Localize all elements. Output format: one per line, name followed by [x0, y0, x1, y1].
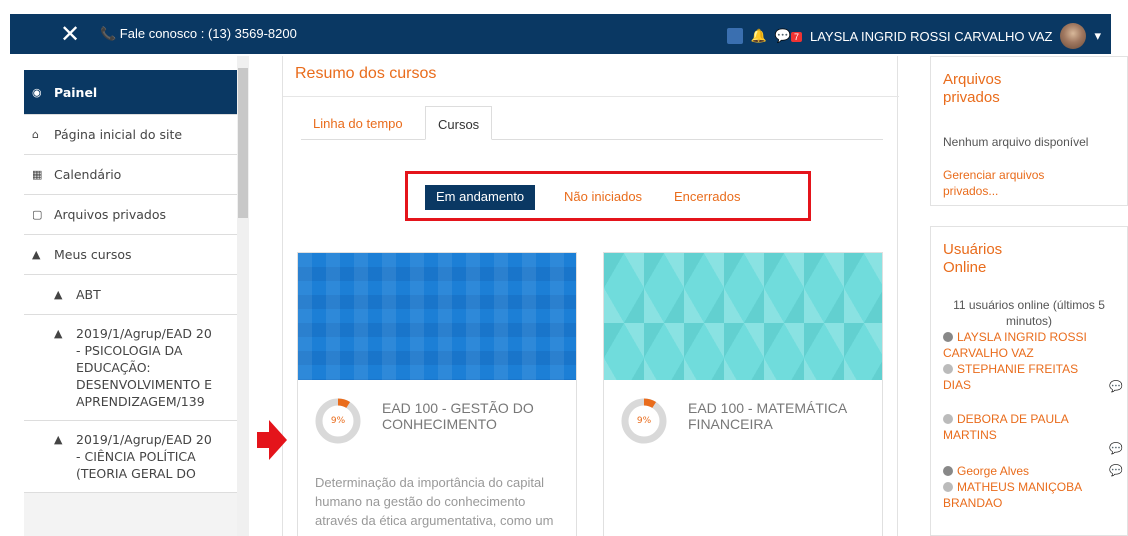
chat-icon[interactable]: 💬	[1109, 463, 1123, 479]
user-name[interactable]: George Alves	[957, 464, 1029, 478]
online-user[interactable]: MATHEUS MANIÇOBA BRANDAO	[931, 479, 1127, 511]
sidebar-item-label: Arquivos privados	[54, 207, 167, 222]
user-name[interactable]: STEPHANIE FREITAS DIAS	[943, 362, 1078, 392]
sidebar-item-label: Painel	[54, 84, 98, 100]
tabs: Linha do tempo Cursos	[301, 106, 883, 140]
course-description: Determinação da importância do capital h…	[315, 475, 554, 536]
top-area: ✕ 📞 Fale conosco : (13) 3569-8200 🔔 💬 7 L…	[0, 0, 1128, 56]
course-name[interactable]: EAD 100 - MATEMÁTICA FINANCEIRA	[688, 400, 868, 432]
online-users-block: Usuários Online 11 usuários online (últi…	[930, 226, 1128, 536]
right-column: Arquivos privados Nenhum arquivo disponí…	[930, 56, 1128, 536]
manage-files-link[interactable]: Gerenciar arquivos privados...	[931, 167, 1081, 199]
user-avatar	[943, 414, 953, 424]
sidebar-item-course-ciencia-politica[interactable]: ▲ 2019/1/Agrup/EAD 20 - CIÊNCIA POLÍTICA…	[24, 421, 237, 493]
user-name[interactable]: DEBORA DE PAULA MARTINS	[943, 412, 1068, 442]
scrollbar-thumb[interactable]	[238, 68, 248, 218]
sidebar: ◉ Painel ⌂ Página inicial do site ▦ Cale…	[24, 70, 237, 536]
navbar: ✕ 📞 Fale conosco : (13) 3569-8200 🔔 💬 7 L…	[10, 14, 1111, 54]
course-image[interactable]	[604, 253, 882, 380]
red-arrow-annotation	[257, 420, 287, 460]
sidebar-item-home[interactable]: ⌂ Página inicial do site	[24, 115, 237, 155]
dashboard-icon: ◉	[32, 85, 42, 99]
graduation-cap-icon: ▲	[54, 433, 63, 446]
sidebar-item-label: 2019/1/Agrup/EAD 20 - PSICOLOGIA DA EDUC…	[76, 326, 213, 409]
messages-badge: 7	[790, 32, 802, 42]
course-card[interactable]: 9% EAD 100 - GESTÃO DO CONHECIMENTO Dete…	[297, 252, 577, 536]
user-name[interactable]: LAYSLA INGRID ROSSI CARVALHO VAZ	[943, 330, 1087, 360]
arrow-shape	[257, 420, 287, 460]
file-icon: ▢	[32, 208, 43, 221]
contact-phone-link[interactable]: 📞 Fale conosco : (13) 3569-8200	[100, 26, 297, 42]
sidebar-item-label: ABT	[76, 287, 101, 302]
progress-label: 9%	[636, 416, 652, 426]
bell-icon[interactable]: 🔔	[751, 28, 767, 44]
user-avatar	[943, 466, 953, 476]
navbar-user-area: 🔔 💬 7 LAYSLA INGRID ROSSI CARVALHO VAZ ▾	[726, 23, 1101, 49]
sidebar-item-my-courses[interactable]: ▲ Meus cursos	[24, 235, 237, 275]
sidebar-item-course-psicologia[interactable]: ▲ 2019/1/Agrup/EAD 20 - PSICOLOGIA DA ED…	[24, 315, 237, 421]
online-summary: 11 usuários online (últimos 5 minutos)	[953, 298, 1105, 328]
course-image[interactable]	[298, 253, 576, 380]
block-title: Usuários Online	[943, 241, 1003, 276]
graduation-cap-icon: ▲	[54, 288, 63, 301]
divider	[283, 96, 899, 97]
tab-courses[interactable]: Cursos	[425, 106, 493, 140]
online-user[interactable]: DEBORA DE PAULA MARTINS 💬	[931, 411, 1127, 455]
course-card[interactable]: 9% EAD 100 - MATEMÁTICA FINANCEIRA	[603, 252, 883, 536]
user-avatar	[943, 364, 953, 374]
private-files-block: Arquivos privados Nenhum arquivo disponí…	[930, 56, 1128, 206]
tab-timeline[interactable]: Linha do tempo	[301, 106, 415, 140]
progress-label: 9%	[330, 416, 346, 426]
graduation-cap-icon: ▲	[32, 248, 41, 261]
sidebar-item-calendar[interactable]: ▦ Calendário	[24, 155, 237, 195]
chat-icon[interactable]: 💬 7	[775, 28, 802, 44]
block-title: Arquivos privados	[943, 71, 1002, 106]
user-avatar	[943, 332, 953, 342]
close-icon[interactable]: ✕	[60, 22, 80, 46]
chat-icon[interactable]: 💬	[1109, 441, 1123, 457]
empty-files-text: Nenhum arquivo disponível	[943, 135, 1089, 149]
sidebar-item-label: Página inicial do site	[54, 127, 183, 142]
translate-icon[interactable]	[726, 28, 743, 44]
filter-not-started[interactable]: Não iniciados	[553, 185, 653, 210]
sidebar-item-private-files[interactable]: ▢ Arquivos privados	[24, 195, 237, 235]
chat-icon[interactable]: 💬	[1109, 379, 1123, 395]
status-filter-highlight: Em andamento Não iniciados Encerrados	[405, 171, 811, 221]
course-overview-block: Resumo dos cursos Linha do tempo Cursos …	[282, 56, 899, 536]
sidebar-item-label: Meus cursos	[54, 247, 132, 262]
online-user[interactable]: George Alves 💬	[931, 463, 1127, 479]
page-title: Resumo dos cursos	[295, 65, 437, 82]
sidebar-item-label: Calendário	[54, 167, 122, 182]
course-name[interactable]: EAD 100 - GESTÃO DO CONHECIMENTO	[382, 400, 562, 432]
sidebar-item-course-abt[interactable]: ▲ ABT	[24, 275, 237, 315]
user-avatar	[943, 482, 953, 492]
home-icon: ⌂	[32, 128, 39, 141]
sidebar-item-painel[interactable]: ◉ Painel	[24, 70, 237, 115]
calendar-icon: ▦	[32, 168, 43, 181]
user-name[interactable]: MATHEUS MANIÇOBA BRANDAO	[943, 480, 1081, 510]
caret-down-icon[interactable]: ▾	[1094, 28, 1101, 44]
avatar[interactable]	[1060, 23, 1087, 49]
sidebar-item-label: 2019/1/Agrup/EAD 20 - CIÊNCIA POLÍTICA (…	[76, 432, 212, 481]
filter-finished[interactable]: Encerrados	[663, 185, 751, 210]
online-user[interactable]: LAYSLA INGRID ROSSI CARVALHO VAZ	[931, 329, 1127, 361]
user-name[interactable]: LAYSLA INGRID ROSSI CARVALHO VAZ	[810, 29, 1053, 44]
filter-in-progress[interactable]: Em andamento	[425, 185, 536, 210]
online-user[interactable]: STEPHANIE FREITAS DIAS 💬	[931, 361, 1127, 393]
graduation-cap-icon: ▲	[54, 327, 63, 340]
sidebar-scrollbar[interactable]	[237, 56, 249, 536]
